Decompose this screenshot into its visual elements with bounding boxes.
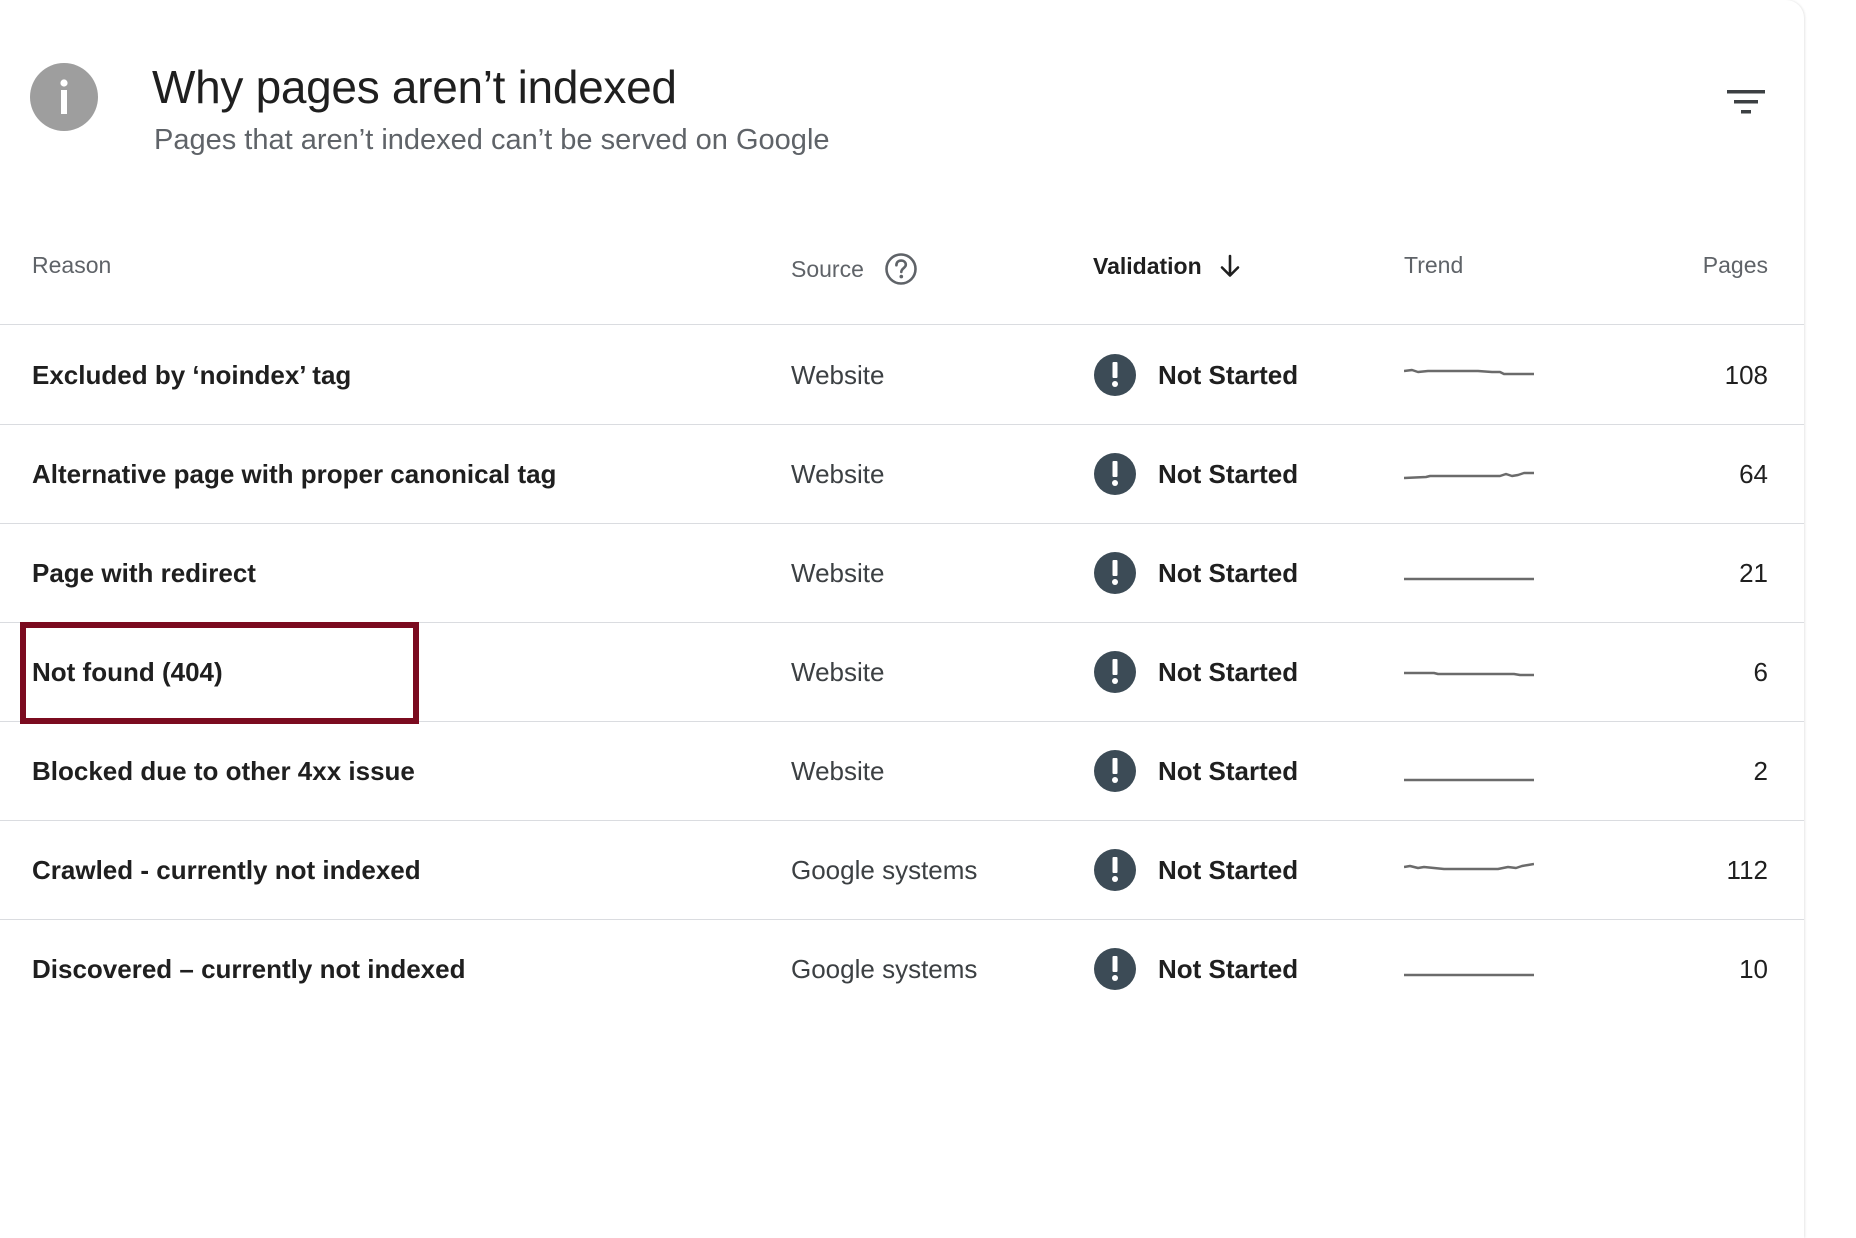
trend-cell xyxy=(1404,425,1534,523)
trend-sparkline xyxy=(1404,671,1534,677)
validation-status: Not Started xyxy=(1158,359,1299,390)
column-header-source[interactable]: Source xyxy=(791,252,918,286)
pages-count: 108 xyxy=(1724,359,1768,390)
source-cell: Website xyxy=(791,755,885,786)
source-cell: Website xyxy=(791,458,885,489)
column-header-pages-label: Pages xyxy=(1702,252,1768,278)
table-row[interactable]: Excluded by ‘noindex’ tag Website Not St… xyxy=(0,326,1804,425)
validation-status: Not Started xyxy=(1158,854,1299,885)
table-row[interactable]: Crawled - currently not indexed Google s… xyxy=(0,821,1804,920)
validation-cell: Not Started xyxy=(1094,623,1298,721)
pages-count: 10 xyxy=(1739,953,1768,984)
alert-icon xyxy=(1094,354,1136,396)
validation-status: Not Started xyxy=(1158,656,1299,687)
source-cell: Website xyxy=(791,359,885,390)
alert-icon xyxy=(1094,453,1136,495)
alert-icon xyxy=(1094,750,1136,792)
trend-sparkline xyxy=(1404,862,1534,871)
column-header-validation-label: Validation xyxy=(1093,252,1202,279)
validation-status: Not Started xyxy=(1158,755,1299,786)
pages-count: 112 xyxy=(1726,854,1768,885)
validation-cell: Not Started xyxy=(1094,326,1298,424)
reason-cell: Not found (404) xyxy=(32,656,223,687)
alert-icon xyxy=(1094,849,1136,891)
source-cell: Google systems xyxy=(791,854,978,885)
column-header-validation[interactable]: Validation xyxy=(1093,252,1244,280)
reason-cell: Blocked due to other 4xx issue xyxy=(32,755,415,786)
filter-icon xyxy=(1727,90,1765,114)
validation-cell: Not Started xyxy=(1094,920,1298,1018)
validation-status: Not Started xyxy=(1158,458,1299,489)
trend-sparkline xyxy=(1404,973,1534,977)
help-icon[interactable] xyxy=(884,252,918,286)
trend-cell xyxy=(1404,623,1534,721)
reason-cell: Page with redirect xyxy=(32,557,256,588)
table-row[interactable]: Page with redirect Website Not Started 2… xyxy=(0,524,1804,623)
validation-cell: Not Started xyxy=(1094,425,1298,523)
trend-sparkline xyxy=(1404,778,1534,782)
column-header-reason-label: Reason xyxy=(32,252,112,278)
reason-cell: Discovered – currently not indexed xyxy=(32,953,466,984)
trend-sparkline xyxy=(1404,368,1534,376)
table-body: Excluded by ‘noindex’ tag Website Not St… xyxy=(0,326,1804,1018)
index-coverage-card: Why pages aren’t indexed Pages that aren… xyxy=(0,0,1804,1238)
validation-status: Not Started xyxy=(1158,953,1299,984)
column-header-trend: Trend xyxy=(1404,252,1463,279)
table-row[interactable]: Alternative page with proper canonical t… xyxy=(0,425,1804,524)
source-cell: Website xyxy=(791,557,885,588)
alert-icon xyxy=(1094,552,1136,594)
table-row[interactable]: Not found (404) Website Not Started 6 xyxy=(0,623,1804,722)
reason-cell: Crawled - currently not indexed xyxy=(32,854,421,885)
pages-count: 2 xyxy=(1753,755,1768,786)
column-header-trend-label: Trend xyxy=(1404,252,1464,278)
source-cell: Google systems xyxy=(791,953,978,984)
table-row[interactable]: Blocked due to other 4xx issue Website N… xyxy=(0,722,1804,821)
trend-cell xyxy=(1404,524,1534,622)
trend-cell xyxy=(1404,821,1534,919)
pages-count: 64 xyxy=(1739,458,1768,489)
pages-count: 6 xyxy=(1753,656,1768,687)
alert-icon xyxy=(1094,651,1136,693)
column-header-pages[interactable]: Pages xyxy=(1703,252,1768,279)
filter-button[interactable] xyxy=(1716,72,1776,132)
table-row[interactable]: Discovered – currently not indexed Googl… xyxy=(0,920,1804,1018)
reason-cell: Alternative page with proper canonical t… xyxy=(32,458,557,489)
validation-cell: Not Started xyxy=(1094,821,1298,919)
trend-cell xyxy=(1404,920,1534,1018)
validation-cell: Not Started xyxy=(1094,722,1298,820)
trend-cell xyxy=(1404,722,1534,820)
trend-cell xyxy=(1404,326,1534,424)
trend-sparkline xyxy=(1404,471,1534,480)
reason-cell: Excluded by ‘noindex’ tag xyxy=(32,359,352,390)
card-title: Why pages aren’t indexed xyxy=(152,61,677,113)
column-header-reason[interactable]: Reason xyxy=(32,252,111,279)
source-cell: Website xyxy=(791,656,885,687)
validation-cell: Not Started xyxy=(1094,524,1298,622)
card-subtitle: Pages that aren’t indexed can’t be serve… xyxy=(154,124,830,156)
column-header-source-label: Source xyxy=(791,255,864,282)
pages-count: 21 xyxy=(1739,557,1768,588)
arrow-down-icon[interactable] xyxy=(1216,252,1244,280)
alert-icon xyxy=(1094,948,1136,990)
trend-sparkline xyxy=(1404,577,1534,581)
info-icon xyxy=(30,63,98,131)
table-header: Reason Source Validation Trend Pages xyxy=(0,232,1804,325)
validation-status: Not Started xyxy=(1158,557,1299,588)
